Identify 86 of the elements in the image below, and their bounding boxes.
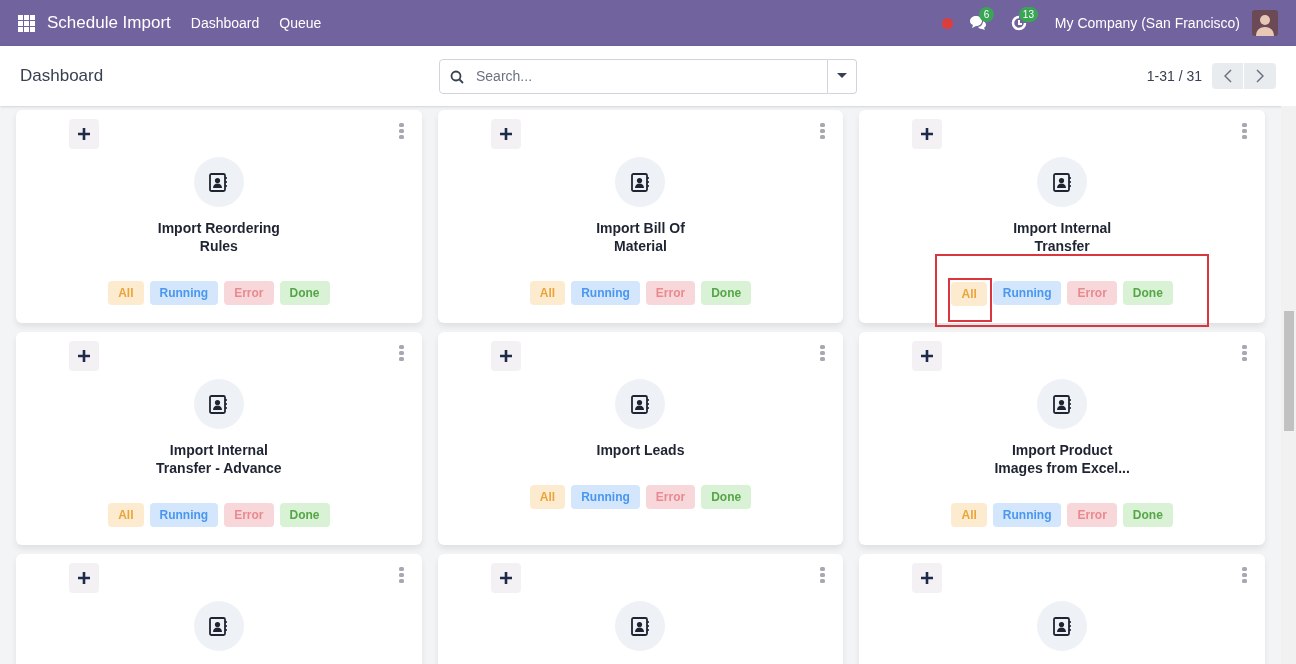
search-icon bbox=[450, 69, 464, 84]
chevron-right-icon bbox=[1256, 69, 1264, 83]
plus-icon bbox=[499, 128, 512, 140]
card-title: Import Leads bbox=[595, 441, 686, 459]
menu-item[interactable]: Queue bbox=[279, 12, 322, 34]
status-filter-button[interactable]: Done bbox=[279, 281, 330, 305]
app-title[interactable]: Schedule Import bbox=[47, 10, 171, 36]
scrollbar-thumb[interactable] bbox=[1284, 311, 1294, 431]
status-filter-button[interactable]: Done bbox=[1122, 503, 1173, 527]
message-count-badge: 6 bbox=[978, 7, 995, 22]
status-filter-button[interactable]: Running bbox=[992, 281, 1062, 305]
status-filter-button[interactable]: Done bbox=[701, 485, 752, 509]
status-filter-button[interactable]: Error bbox=[1067, 503, 1117, 527]
more-options-icon[interactable] bbox=[1242, 123, 1247, 139]
plus-icon bbox=[78, 572, 90, 584]
more-options-icon[interactable] bbox=[398, 123, 404, 139]
contact-book-icon bbox=[209, 394, 229, 414]
caret-icon bbox=[837, 73, 847, 79]
add-button[interactable] bbox=[490, 341, 521, 371]
company-name[interactable]: My Company (San Francisco) bbox=[1054, 12, 1240, 34]
more-options-icon[interactable] bbox=[1242, 567, 1247, 583]
contact-book-icon bbox=[631, 172, 650, 192]
plus-icon bbox=[499, 350, 512, 362]
plus-icon bbox=[78, 350, 90, 362]
status-filter-button[interactable]: Error bbox=[645, 485, 696, 509]
apps-menu-icon[interactable] bbox=[18, 14, 35, 32]
contact-book-icon bbox=[631, 616, 650, 636]
add-button[interactable] bbox=[912, 119, 943, 149]
search-options-toggle[interactable] bbox=[828, 58, 857, 94]
card-title: Import Product Images from Excel... bbox=[993, 441, 1131, 477]
card-title: Import Reordering Rules bbox=[156, 219, 281, 255]
plus-icon bbox=[78, 128, 90, 140]
status-filter-button[interactable]: Running bbox=[149, 281, 219, 305]
add-button[interactable] bbox=[69, 563, 99, 593]
status-filter-button[interactable]: Done bbox=[279, 503, 330, 527]
add-button[interactable] bbox=[912, 341, 943, 371]
more-options-icon[interactable] bbox=[398, 345, 404, 361]
contact-book-icon bbox=[1052, 172, 1072, 192]
contact-book-icon bbox=[1052, 394, 1072, 414]
card-title: Import Internal Transfer - Advance bbox=[155, 441, 283, 477]
more-options-icon[interactable] bbox=[398, 567, 404, 583]
status-filter-button[interactable]: Done bbox=[701, 281, 752, 305]
add-button[interactable] bbox=[69, 119, 99, 149]
status-filter-button[interactable]: All bbox=[108, 281, 144, 305]
contact-book-icon bbox=[209, 616, 229, 636]
add-button[interactable] bbox=[490, 119, 521, 149]
status-filter-button[interactable]: All bbox=[951, 503, 987, 527]
more-options-icon[interactable] bbox=[820, 567, 826, 583]
more-options-icon[interactable] bbox=[820, 345, 826, 361]
status-filter-button[interactable]: Running bbox=[149, 503, 219, 527]
plus-icon bbox=[499, 572, 512, 584]
status-filter-button[interactable]: Error bbox=[224, 281, 274, 305]
contact-book-icon bbox=[209, 172, 229, 192]
plus-icon bbox=[921, 350, 934, 362]
status-filter-button[interactable]: Done bbox=[1122, 281, 1173, 305]
status-filter-button[interactable]: Error bbox=[645, 281, 696, 305]
contact-book-icon bbox=[1052, 616, 1072, 636]
status-filter-button[interactable]: Running bbox=[571, 485, 640, 509]
more-options-icon[interactable] bbox=[1242, 345, 1247, 361]
status-filter-button[interactable]: All bbox=[951, 282, 987, 306]
more-options-icon[interactable] bbox=[820, 123, 826, 139]
status-filter-button[interactable]: Running bbox=[571, 281, 640, 305]
status-filter-button[interactable]: Error bbox=[1067, 281, 1117, 305]
add-button[interactable] bbox=[912, 563, 943, 593]
card-title: Import Internal Transfer bbox=[1012, 219, 1113, 255]
breadcrumb: Dashboard bbox=[20, 65, 105, 88]
status-filter-button[interactable]: Error bbox=[224, 503, 274, 527]
status-filter-button[interactable]: All bbox=[529, 485, 566, 509]
contact-book-icon bbox=[631, 394, 650, 414]
next-page-button[interactable] bbox=[1244, 63, 1276, 89]
menu-item[interactable]: Dashboard bbox=[190, 12, 260, 34]
add-button[interactable] bbox=[490, 563, 521, 593]
pager-value[interactable]: 1-31 / 31 bbox=[1146, 65, 1202, 87]
add-button[interactable] bbox=[69, 341, 99, 371]
plus-icon bbox=[921, 572, 934, 584]
plus-icon bbox=[921, 128, 934, 140]
user-avatar[interactable] bbox=[1252, 10, 1278, 36]
card-title: Import Bill Of Material bbox=[595, 219, 686, 255]
search-field[interactable]: Search... bbox=[439, 58, 828, 94]
scrollbar[interactable] bbox=[1281, 106, 1296, 664]
previous-page-button[interactable] bbox=[1212, 63, 1243, 89]
activity-count-badge: 13 bbox=[1018, 7, 1038, 22]
status-filter-button[interactable]: Running bbox=[992, 503, 1062, 527]
chevron-left-icon bbox=[1223, 69, 1232, 83]
status-filter-button[interactable]: All bbox=[108, 503, 144, 527]
status-filter-button[interactable]: All bbox=[529, 281, 566, 305]
